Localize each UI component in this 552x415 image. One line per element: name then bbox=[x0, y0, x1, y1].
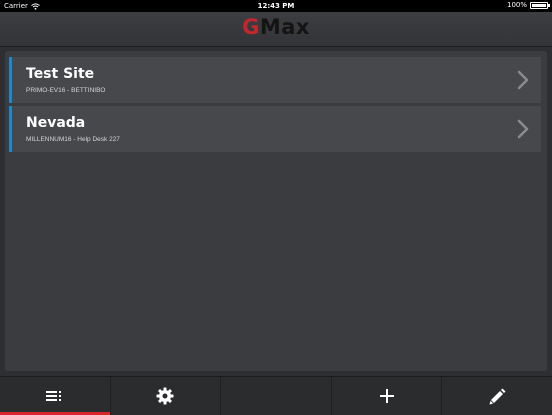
battery-icon bbox=[530, 1, 550, 9]
pencil-icon bbox=[489, 388, 506, 404]
site-list-panel: Test Site PRIMO-EV16 - BETTINIBO Nevada … bbox=[5, 51, 547, 371]
logo-letters-max: Max bbox=[259, 15, 310, 39]
tab-bar bbox=[0, 376, 552, 415]
logo-letter-g: G bbox=[242, 15, 260, 39]
plus-icon bbox=[379, 389, 394, 403]
status-right: 100% bbox=[506, 1, 550, 9]
tab-empty bbox=[221, 377, 332, 415]
battery-fill bbox=[532, 3, 546, 7]
site-item-test-site[interactable]: Test Site PRIMO-EV16 - BETTINIBO bbox=[9, 57, 541, 103]
site-name: Nevada bbox=[26, 115, 86, 131]
gmax-logo: GMax bbox=[0, 15, 552, 39]
chevron-right-icon bbox=[517, 119, 529, 139]
nav-bar: GMax bbox=[0, 12, 552, 47]
tab-add[interactable] bbox=[332, 377, 443, 415]
status-time: 12:43 PM bbox=[257, 2, 295, 10]
tab-edit[interactable] bbox=[442, 377, 552, 415]
site-item-nevada[interactable]: Nevada MILLENNUM16 - Help Desk 227 bbox=[9, 106, 541, 152]
chevron-right-icon bbox=[517, 70, 529, 90]
site-detail: PRIMO-EV16 - BETTINIBO bbox=[26, 87, 106, 94]
site-detail: MILLENNUM16 - Help Desk 227 bbox=[26, 136, 120, 143]
battery-percent: 100% bbox=[506, 1, 527, 9]
tab-settings[interactable] bbox=[111, 377, 222, 415]
gear-icon bbox=[156, 387, 174, 405]
tab-site-list[interactable] bbox=[0, 377, 111, 415]
status-bar: Carrier 12:43 PM 100% bbox=[0, 0, 552, 12]
list-icon bbox=[46, 391, 62, 401]
site-name: Test Site bbox=[26, 66, 95, 82]
